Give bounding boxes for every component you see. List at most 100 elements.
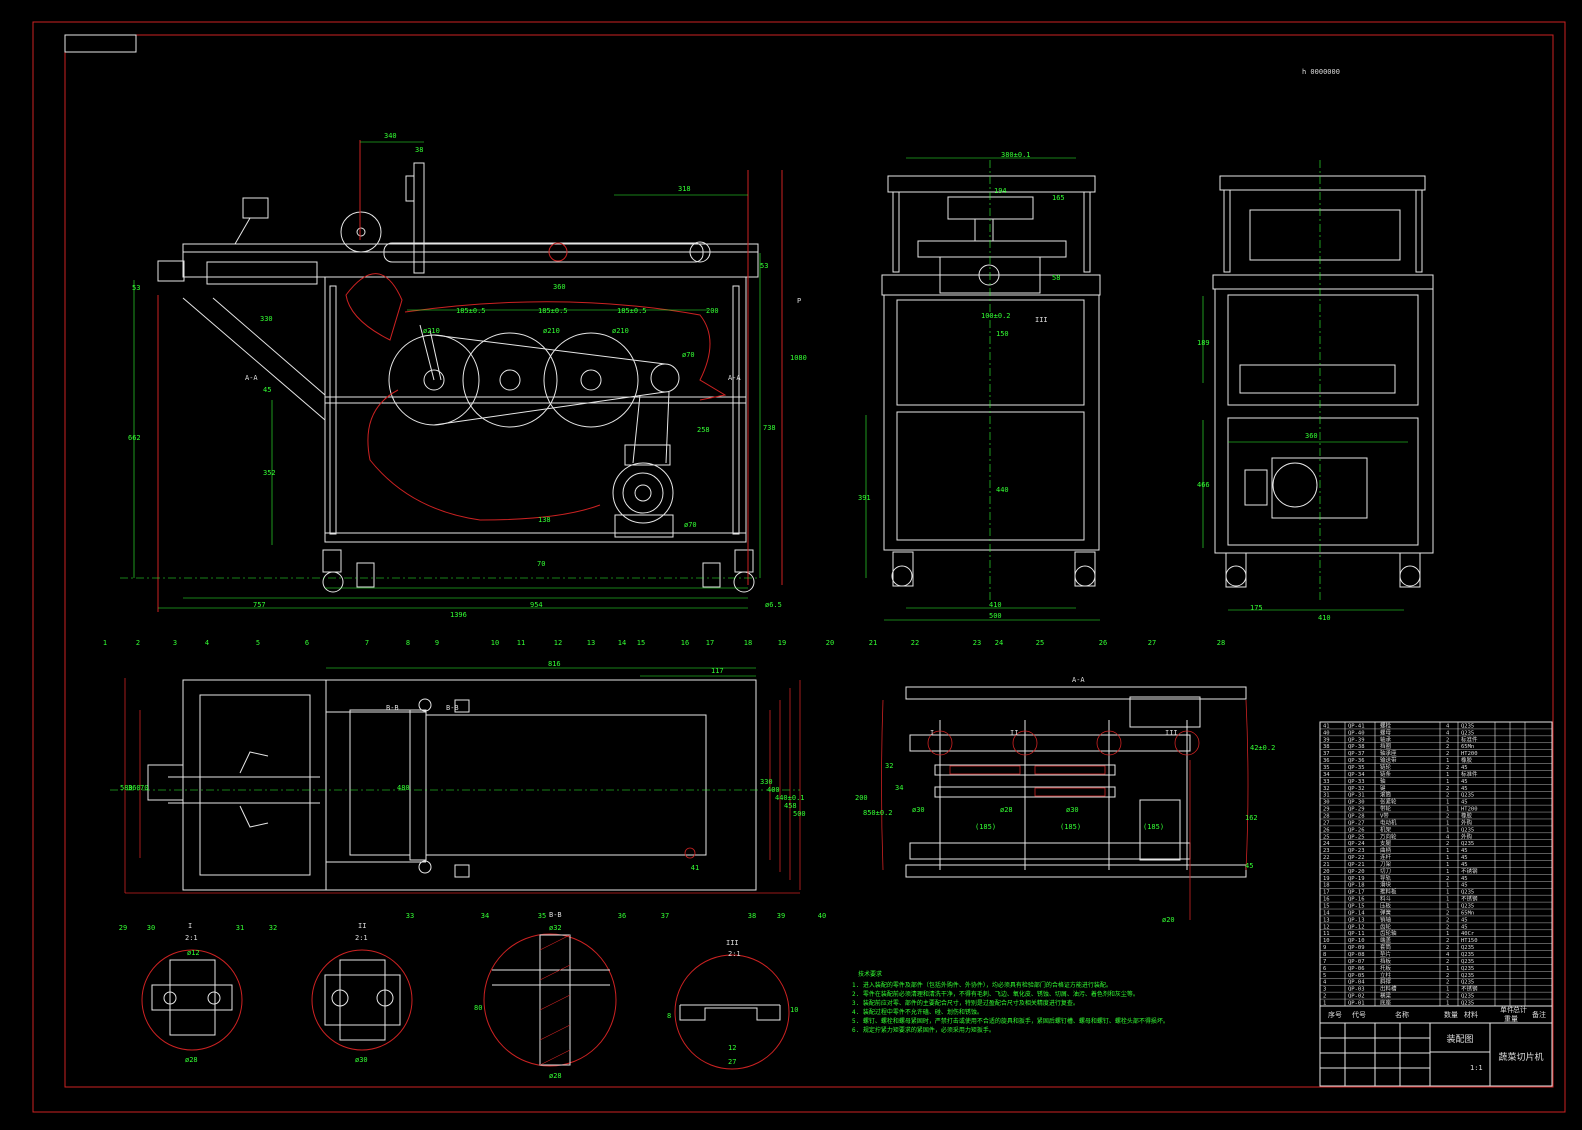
bom-cell: 37 [1323,751,1330,757]
section-detail-mark-ii: II [1010,729,1018,737]
bom-cell: 2 [1446,917,1449,923]
dim-front-d70a: ø70 [682,351,695,359]
bom-cell: 1 [1446,800,1449,806]
dim-sec-162: 162 [1245,814,1258,822]
dim-side-100: 100±0.2 [981,312,1011,320]
part-balloon: 35 [538,912,546,920]
bom-cell: 3 [1323,987,1326,993]
bom-cell: QP-38 [1348,744,1365,750]
bom-cell: 托板 [1380,964,1392,972]
bom-cell: 2 [1446,813,1449,819]
dim-top-458: 458 [784,802,797,810]
section-mark-a-right: A-A [728,374,741,382]
bom-cell: 5 [1323,973,1326,979]
bom-cell: 4 [1323,980,1327,986]
bom-cell: 4 [1446,723,1450,729]
part-balloons: 1 2 3 4 5 6 7 8 9 10 11 12 13 14 15 16 17 18 19 20 21 22 23 24 2… [103,639,1225,932]
section-mark-a-left: A-A [245,374,258,382]
bom-cell: 40 [1323,730,1330,736]
top-view-dimension-lines [110,667,800,791]
bom-cell: 45 [1461,855,1468,861]
detail-i: I 2:1 ø12 ø28 [141,922,243,1064]
bom-cell: 电动机 [1380,818,1397,826]
dim-top-480: 480 [397,784,410,792]
bom-cell: 19 [1323,876,1330,882]
dim-rear-466: 466 [1197,481,1210,489]
bom-cell: 32 [1323,786,1330,792]
detail-iii-title: III [726,939,739,947]
bom-cell: 轴 [1380,777,1386,785]
dim-front-d6-5: ø6.5 [765,601,782,609]
bom-cell: 35 [1323,765,1330,771]
bom-cell: 16 [1323,897,1330,903]
dim-rear-360: 360 [1305,432,1318,440]
bom-cell: 链轮 [1380,763,1392,771]
part-balloon: 38 [748,912,756,920]
dim-det-d28a: ø28 [185,1056,198,1064]
top-view-outline-lines [124,678,801,894]
bom-cell: QP-18 [1348,883,1365,889]
bom-cell: 45 [1461,883,1468,889]
tech-req-line: 5. 螺钉、螺栓和螺母紧固时，严禁打击或使用不合适的旋具和扳手，紧固后螺钉槽、螺… [852,1017,1169,1025]
dim-front-d210a: ø210 [423,327,440,335]
inner-frame [64,34,1554,1088]
title-block: 装配图 蔬菜切片机 1:1 [1319,1022,1553,1087]
bom-cell: QP-03 [1348,987,1365,993]
bom-cell: Q235 [1461,904,1474,910]
part-balloon: 30 [147,924,155,932]
bom-cell: Q235 [1461,841,1474,847]
bom-cell: 45 [1461,924,1468,930]
bom-cell: 标准件 [1461,735,1478,743]
bom-cell: 65Mn [1461,910,1474,916]
part-balloon: 14 [618,639,626,647]
bom-cell: 橡胶 [1461,811,1473,819]
dim-top-816: 816 [548,660,561,668]
part-balloon: 36 [618,912,626,920]
bom-cell: QP-34 [1348,772,1365,778]
tech-req-title: 技术要求 [858,970,882,978]
bom-cell: QP-36 [1348,758,1365,764]
bom-cell: QP-35 [1348,765,1365,771]
bom-cell: 链条 [1380,770,1392,778]
bom-cell: QP-24 [1348,841,1365,847]
part-balloon: 20 [826,639,834,647]
bom-cell: 挡板 [1380,957,1392,965]
bom-cell: QP-16 [1348,897,1365,903]
dim-front-d210b: ø210 [543,327,560,335]
bom-cell: 2 [1446,841,1449,847]
part-balloon: 23 [973,639,981,647]
dim-det-d12: ø12 [187,949,200,957]
bom-cell: 2 [1446,765,1449,771]
dim-front-185c: 185±0.5 [617,307,647,315]
dim-front-p-mark: P [797,297,801,305]
dim-sec-34: 34 [895,784,903,792]
bom-cell: 1 [1446,807,1449,813]
section-mark-b-right: B-B [446,704,459,712]
bom-cell: 不锈钢 [1461,867,1478,875]
dim-det-d32: ø32 [549,924,562,932]
dim-top-500: 500 [793,810,806,818]
bom-cell: QP-20 [1348,869,1365,875]
bom-cell: 出料槽 [1380,985,1397,993]
dim-front-352: 352 [263,469,276,477]
top-right-note: h 0000000 [1302,68,1340,76]
bom-cell: 曲柄 [1380,846,1392,854]
bom-cell: 45 [1461,786,1468,792]
bom-cell: 2 [1323,994,1326,1000]
bom-cell: 45 [1461,917,1468,923]
dim-sec-d28: ø28 [1000,806,1013,814]
bom-cell: QP-39 [1348,737,1365,743]
dim-side-194: 194 [994,187,1007,195]
bom-cell: 25 [1323,834,1330,840]
bom-cell: 螺母 [1380,728,1392,736]
bom-cell: 38 [1323,744,1330,750]
dim-det-d28b: ø28 [549,1072,562,1080]
bom-cell: Q235 [1461,952,1474,958]
bom-cell: 41 [1323,723,1330,729]
bom-cell: 2 [1446,793,1449,799]
bom-cell: Q235 [1461,959,1474,965]
dim-sec-d30a: ø30 [912,806,925,814]
bom-cell: 1 [1446,987,1449,993]
part-balloon: 5 [256,639,260,647]
part-balloon: 8 [406,639,410,647]
